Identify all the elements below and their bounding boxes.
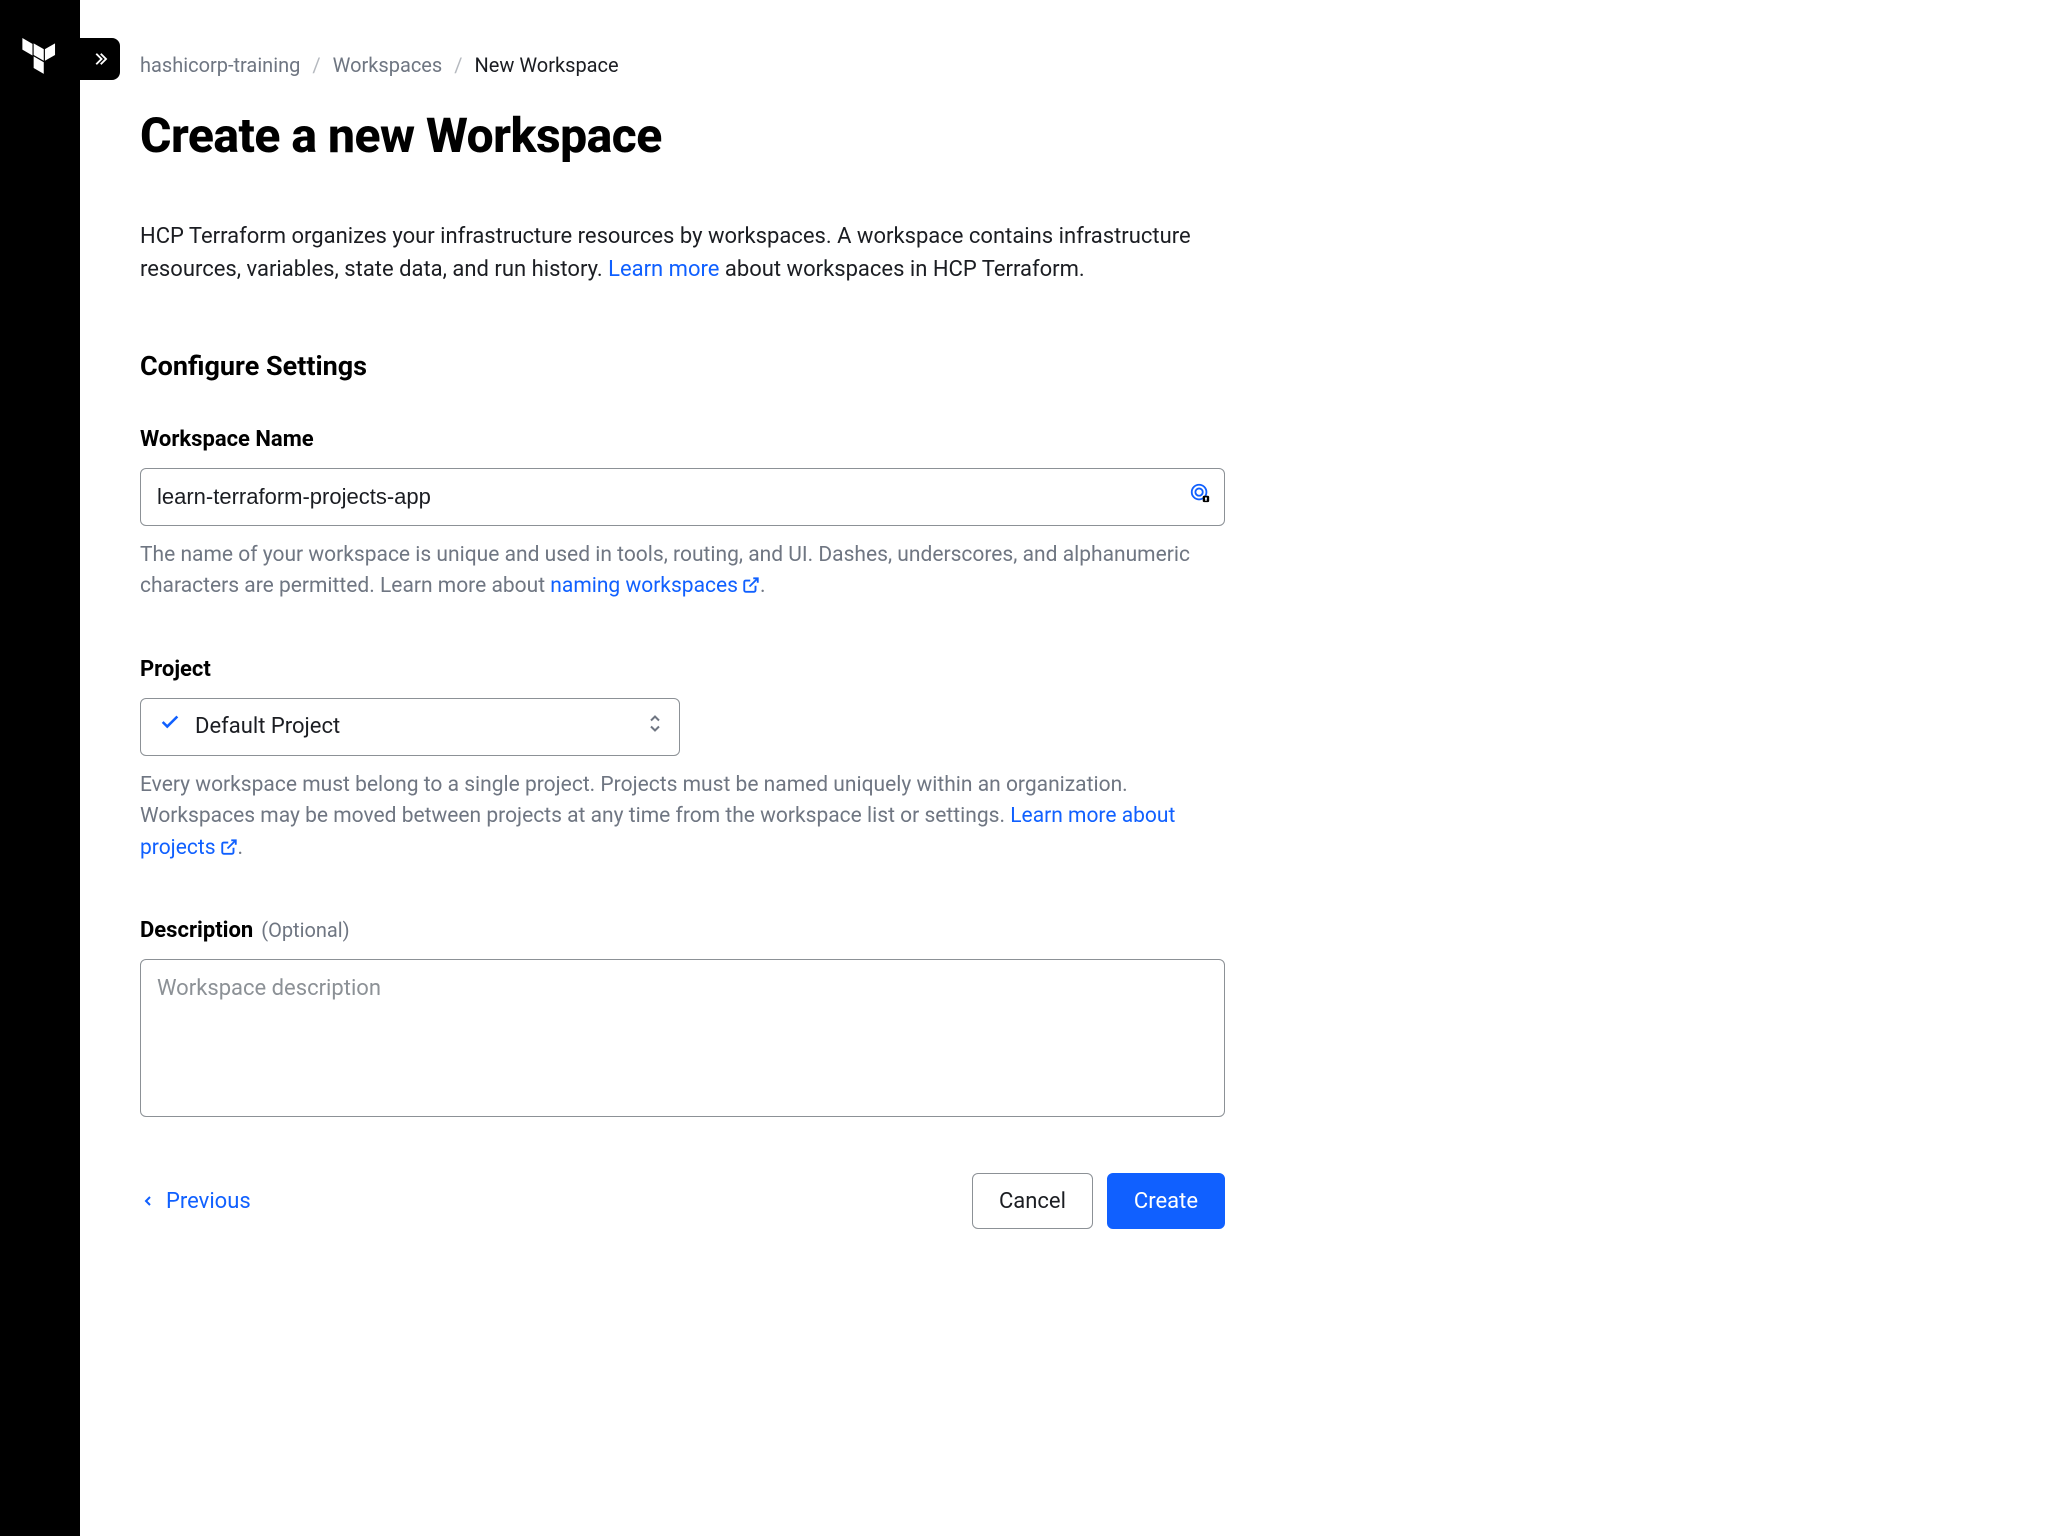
- project-label: Project: [140, 653, 1300, 686]
- main-content: hashicorp-training / Workspaces / New Wo…: [80, 0, 1340, 1536]
- workspace-name-field: Workspace Name The name of your workspac…: [140, 423, 1300, 605]
- workspace-name-input[interactable]: [140, 468, 1225, 526]
- breadcrumb-workspaces[interactable]: Workspaces: [333, 50, 443, 80]
- breadcrumb-separator: /: [454, 50, 462, 80]
- chevron-left-icon: [140, 1193, 156, 1209]
- form-footer: Previous Cancel Create: [140, 1173, 1225, 1229]
- project-field: Project Default Project Every workspace …: [140, 653, 1300, 867]
- previous-label: Previous: [166, 1185, 251, 1218]
- page-title: Create a new Workspace: [140, 100, 1300, 172]
- external-link-icon: [742, 573, 760, 605]
- external-link-icon: [220, 835, 238, 867]
- optional-tag: (Optional): [261, 915, 349, 945]
- create-button[interactable]: Create: [1107, 1173, 1225, 1229]
- section-heading: Configure Settings: [140, 346, 1300, 387]
- sidebar: [0, 0, 80, 1536]
- description-textarea[interactable]: [140, 959, 1225, 1117]
- password-manager-icon[interactable]: [1189, 482, 1211, 512]
- terraform-logo-icon: [22, 38, 56, 84]
- check-icon: [159, 710, 181, 743]
- workspace-name-help: The name of your workspace is unique and…: [140, 540, 1225, 605]
- breadcrumb-org[interactable]: hashicorp-training: [140, 50, 300, 80]
- workspace-name-label: Workspace Name: [140, 423, 1300, 456]
- select-caret-icon: [647, 710, 663, 743]
- description-field: Description (Optional): [140, 914, 1300, 1125]
- intro-text-post: about workspaces in HCP Terraform.: [719, 257, 1084, 282]
- project-select[interactable]: Default Project: [140, 698, 680, 756]
- project-help: Every workspace must belong to a single …: [140, 770, 1225, 867]
- naming-workspaces-link[interactable]: naming workspaces: [550, 574, 760, 598]
- description-label: Description: [140, 914, 253, 947]
- sidebar-expand-button[interactable]: [80, 38, 120, 80]
- project-selected-value: Default Project: [195, 710, 340, 743]
- cancel-button[interactable]: Cancel: [972, 1173, 1093, 1229]
- breadcrumb-separator: /: [312, 50, 320, 80]
- learn-more-link[interactable]: Learn more: [608, 257, 719, 282]
- breadcrumb: hashicorp-training / Workspaces / New Wo…: [140, 50, 1300, 80]
- page-intro: HCP Terraform organizes your infrastruct…: [140, 220, 1200, 286]
- breadcrumb-current: New Workspace: [475, 50, 619, 80]
- chevrons-right-icon: [91, 50, 109, 68]
- previous-link[interactable]: Previous: [140, 1185, 251, 1218]
